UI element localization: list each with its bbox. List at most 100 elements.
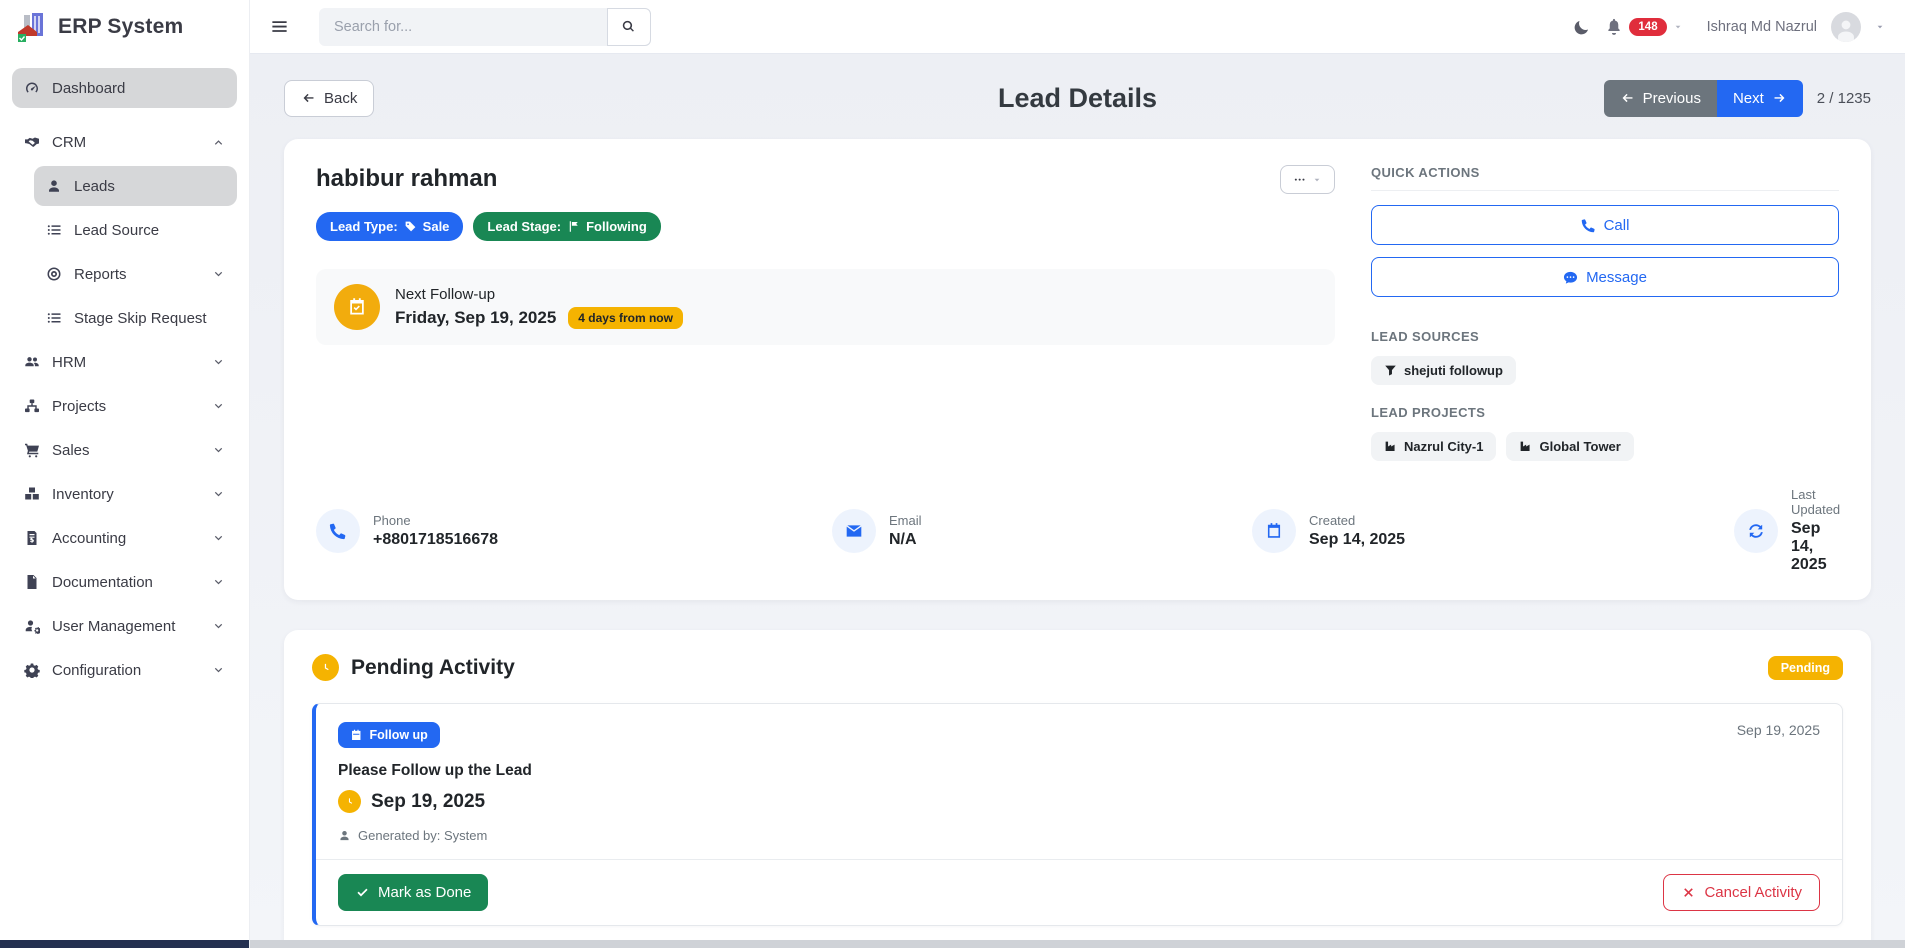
notifications-dropdown[interactable]: 148: [1605, 18, 1682, 36]
next-followup-box: Next Follow-up Friday, Sep 19, 2025 4 da…: [316, 269, 1335, 345]
sidebar-crm-submenu: Leads Lead Source Reports Stage Skip Req…: [10, 166, 239, 338]
sidebar-item-crm[interactable]: CRM: [12, 122, 237, 162]
lead-sources-title: LEAD SOURCES: [1371, 329, 1839, 344]
sitemap-icon: [24, 398, 40, 414]
sidebar-footer-bar: [0, 940, 249, 948]
lead-overview-card: habibur rahman Lead Type: Sale: [284, 139, 1871, 600]
next-label: Next: [1733, 90, 1764, 107]
info-last-updated: Last Updated Sep 14, 2025: [1734, 487, 1840, 574]
clock-icon: [338, 790, 361, 813]
info-value: Sep 14, 2025: [1791, 520, 1840, 574]
person-icon: [1833, 16, 1859, 42]
info-value: N/A: [889, 531, 922, 549]
message-button[interactable]: Message: [1371, 257, 1839, 297]
search-icon: [622, 20, 635, 33]
search-input[interactable]: [319, 8, 607, 46]
user-icon: [338, 829, 351, 842]
lead-source-label: shejuti followup: [1404, 363, 1503, 378]
sidebar-item-label: User Management: [52, 618, 175, 635]
followup-date: Friday, Sep 19, 2025: [395, 308, 556, 328]
chevron-down-icon: [212, 444, 225, 457]
divider: [1371, 190, 1839, 191]
sidebar-item-documentation[interactable]: Documentation: [12, 562, 237, 602]
sidebar-item-sales[interactable]: Sales: [12, 430, 237, 470]
topbar: 148 Ishraq Md Nazrul: [250, 0, 1905, 54]
sidebar-item-accounting[interactable]: Accounting: [12, 518, 237, 558]
industry-icon: [1519, 440, 1532, 453]
cancel-activity-button[interactable]: Cancel Activity: [1663, 874, 1820, 911]
users-icon: [24, 354, 40, 370]
more-actions-button[interactable]: [1280, 165, 1335, 194]
sidebar-item-label: Sales: [52, 442, 90, 459]
sidebar-item-inventory[interactable]: Inventory: [12, 474, 237, 514]
message-label: Message: [1586, 269, 1647, 286]
activity-item: Follow up Sep 19, 2025 Please Follow up …: [312, 703, 1843, 926]
caret-down-icon: [1673, 22, 1683, 32]
activity-type-badge: Follow up: [338, 722, 440, 748]
lead-summary: habibur rahman Lead Type: Sale: [316, 165, 1335, 461]
activity-generated-by: Generated by: System: [358, 828, 487, 843]
pending-activity-card: Pending Activity Pending Follow up Sep 1…: [284, 630, 1871, 948]
phone-icon: [316, 509, 360, 553]
sidebar-item-lead-source[interactable]: Lead Source: [34, 210, 237, 250]
avatar[interactable]: [1831, 12, 1861, 42]
ellipsis-icon: [1293, 173, 1306, 186]
horizontal-scrollbar[interactable]: [250, 940, 1905, 948]
chevron-down-icon: [212, 268, 225, 281]
previous-label: Previous: [1643, 90, 1701, 107]
dark-mode-toggle[interactable]: [1573, 18, 1591, 36]
back-button[interactable]: Back: [284, 80, 374, 117]
call-button[interactable]: Call: [1371, 205, 1839, 245]
sidebar-item-label: CRM: [52, 134, 86, 151]
brand[interactable]: ERP System: [0, 0, 249, 54]
info-value: Sep 14, 2025: [1309, 531, 1405, 549]
sidebar-item-leads[interactable]: Leads: [34, 166, 237, 206]
lead-stage-value: Following: [586, 219, 647, 234]
lead-badges: Lead Type: Sale Lead Stage: Following: [316, 212, 1335, 241]
sidebar-item-reports[interactable]: Reports: [34, 254, 237, 294]
chevron-up-icon: [212, 136, 225, 149]
info-label: Phone: [373, 513, 498, 528]
followup-label: Next Follow-up: [395, 286, 683, 303]
activity-footer: Mark as Done Cancel Activity: [316, 859, 1842, 925]
sidebar-item-stage-skip-request[interactable]: Stage Skip Request: [34, 298, 237, 338]
flag-icon: [567, 220, 580, 233]
file-icon: [24, 574, 40, 590]
sidebar-item-label: Stage Skip Request: [74, 310, 207, 327]
sidebar-item-hrm[interactable]: HRM: [12, 342, 237, 382]
lead-type-badge: Lead Type: Sale: [316, 212, 463, 241]
hamburger-icon: [270, 17, 289, 36]
bullseye-icon: [46, 266, 62, 282]
info-email: Email N/A: [832, 487, 1252, 574]
next-button[interactable]: Next: [1717, 80, 1803, 117]
sidebar-item-configuration[interactable]: Configuration: [12, 650, 237, 690]
activity-due-date: Sep 19, 2025: [371, 791, 485, 813]
chevron-down-icon: [212, 532, 225, 545]
lead-sources-list: shejuti followup: [1371, 356, 1839, 385]
menu-toggle-button[interactable]: [270, 17, 289, 36]
sidebar-item-label: Documentation: [52, 574, 153, 591]
lead-type-label: Lead Type:: [330, 219, 398, 234]
sidebar-item-projects[interactable]: Projects: [12, 386, 237, 426]
lead-project-label: Nazrul City-1: [1404, 439, 1483, 454]
info-phone: Phone +8801718516678: [316, 487, 832, 574]
sidebar-item-dashboard[interactable]: Dashboard: [12, 68, 237, 108]
previous-button[interactable]: Previous: [1604, 80, 1717, 117]
search-button[interactable]: [607, 8, 651, 46]
lead-stage-label: Lead Stage:: [487, 219, 561, 234]
lead-stage-badge: Lead Stage: Following: [473, 212, 660, 241]
sidebar-item-label: Leads: [74, 178, 115, 195]
info-value: +8801718516678: [373, 531, 498, 549]
page-content: Back Lead Details Previous Next 2 / 1235: [250, 54, 1905, 948]
brand-logo-icon: [14, 10, 48, 44]
tag-icon: [404, 220, 417, 233]
gear-icon: [24, 662, 40, 678]
lead-source-pill: shejuti followup: [1371, 356, 1516, 385]
calendar-check-icon: [334, 284, 380, 330]
caret-down-icon: [1875, 22, 1885, 32]
pending-status-badge: Pending: [1768, 656, 1843, 680]
brand-title: ERP System: [58, 15, 183, 39]
chevron-down-icon: [212, 620, 225, 633]
sidebar-item-user-management[interactable]: User Management: [12, 606, 237, 646]
mark-as-done-button[interactable]: Mark as Done: [338, 874, 488, 911]
